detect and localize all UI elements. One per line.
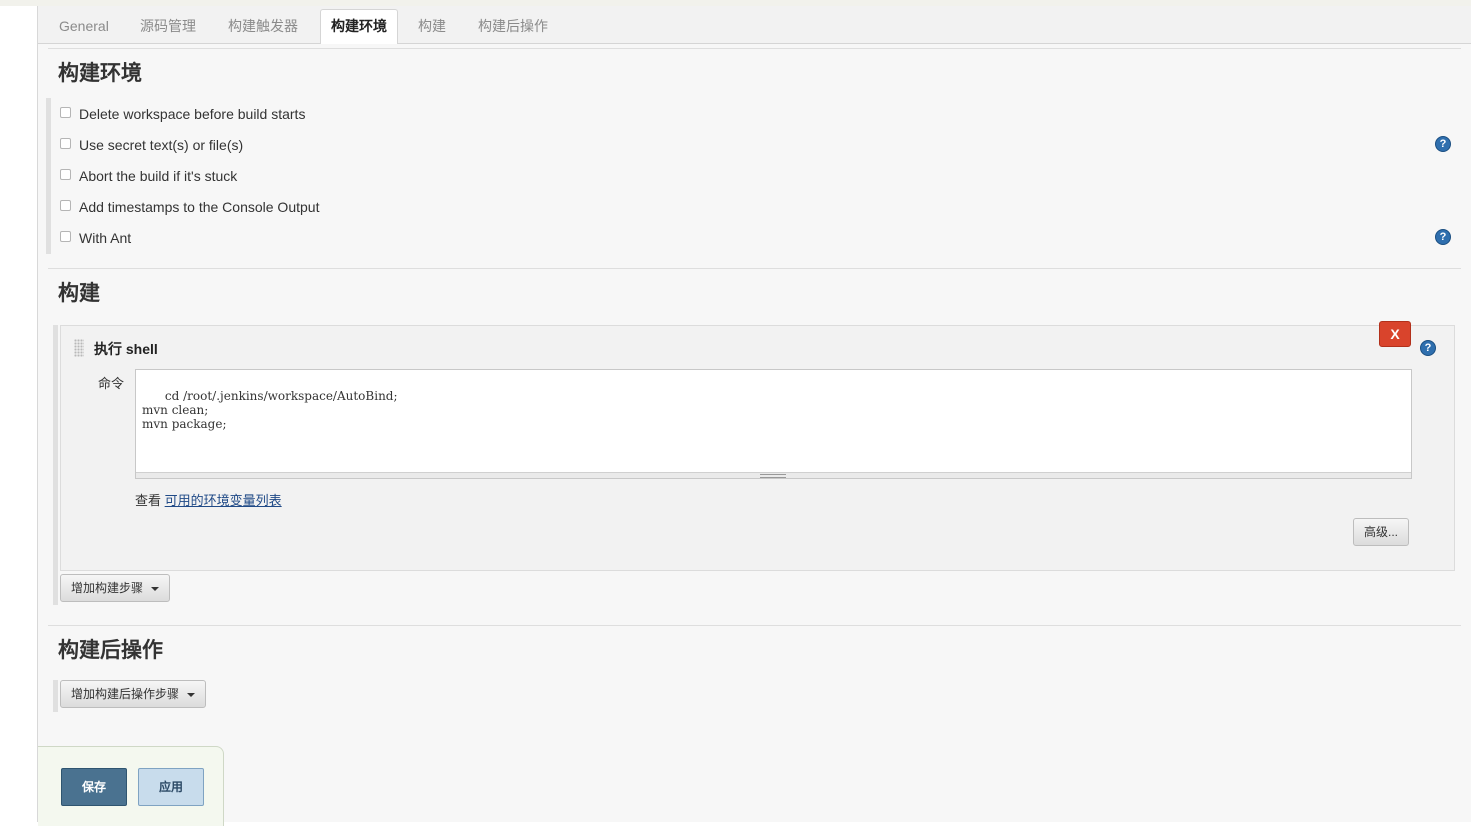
option-label: Add timestamps to the Console Output [79, 199, 320, 215]
tab-build-environment[interactable]: 构建环境 [320, 9, 398, 44]
env-vars-hint: 查看 可用的环境变量列表 [135, 490, 282, 509]
abort-stuck-checkbox[interactable] [60, 168, 71, 180]
add-build-step-button[interactable]: 增加构建步骤 [60, 574, 171, 602]
section-bar [53, 680, 58, 712]
help-icon[interactable] [1435, 229, 1451, 245]
option-label: Use secret text(s) or file(s) [79, 137, 244, 153]
option-abort-stuck[interactable]: Abort the build if it's stuck [60, 166, 237, 186]
secret-text-checkbox[interactable] [60, 137, 71, 149]
drag-handle-icon[interactable] [74, 339, 84, 357]
option-secret-text[interactable]: Use secret text(s) or file(s) [60, 135, 243, 155]
tab-post-build[interactable]: 构建后操作 [478, 6, 548, 43]
option-label: With Ant [79, 230, 132, 246]
step-title: 执行 shell [94, 341, 158, 357]
delete-workspace-checkbox[interactable] [60, 106, 71, 118]
form-actions-bar: 保存 应用 [38, 746, 224, 826]
help-icon[interactable] [1435, 136, 1451, 152]
caret-down-icon [151, 586, 160, 591]
command-textarea[interactable]: cd /root/.jenkins/workspace/AutoBind; mv… [135, 369, 1412, 479]
env-vars-link[interactable]: 可用的环境变量列表 [165, 493, 282, 508]
option-label: Abort the build if it's stuck [79, 168, 238, 184]
command-text: cd /root/.jenkins/workspace/AutoBind; mv… [142, 389, 398, 431]
post-build-title: 构建后操作 [58, 639, 163, 662]
section-divider [48, 268, 1461, 269]
save-button[interactable]: 保存 [61, 768, 127, 806]
option-add-timestamps[interactable]: Add timestamps to the Console Output [60, 197, 319, 217]
section-bar [53, 325, 58, 605]
env-vars-prefix: 查看 [135, 493, 162, 508]
tab-build-triggers[interactable]: 构建触发器 [228, 6, 298, 43]
config-page: General 源码管理 构建触发器 构建环境 构建 构建后操作 构建环境 De… [37, 6, 1471, 826]
build-env-title: 构建环境 [58, 62, 142, 85]
section-tabs: General 源码管理 构建触发器 构建环境 构建 构建后操作 [38, 6, 1471, 44]
add-build-step-label: 增加构建步骤 [71, 581, 144, 595]
command-label: 命令 [98, 376, 125, 391]
apply-button[interactable]: 应用 [138, 768, 204, 806]
add-post-build-step-label: 增加构建后操作步骤 [71, 687, 180, 701]
section-divider [48, 48, 1461, 49]
section-bar [46, 98, 51, 254]
advanced-button[interactable]: 高级... [1353, 518, 1409, 546]
tab-source-control[interactable]: 源码管理 [140, 6, 196, 43]
tab-build[interactable]: 构建 [418, 6, 446, 43]
tab-general[interactable]: General [59, 6, 109, 43]
add-timestamps-checkbox[interactable] [60, 199, 71, 211]
option-delete-workspace[interactable]: Delete workspace before build starts [60, 104, 305, 124]
delete-step-button[interactable]: X [1379, 321, 1411, 347]
textarea-resize-handle[interactable] [136, 472, 1411, 478]
add-post-build-step-button[interactable]: 增加构建后操作步骤 [60, 680, 207, 708]
section-divider [48, 625, 1461, 626]
help-icon[interactable] [1420, 340, 1436, 356]
caret-down-icon [187, 692, 196, 697]
option-with-ant[interactable]: With Ant [60, 228, 131, 248]
option-label: Delete workspace before build starts [79, 106, 306, 122]
with-ant-checkbox[interactable] [60, 230, 71, 242]
build-title: 构建 [58, 282, 100, 305]
execute-shell-step: 执行 shell 命令 cd /root/.jenkins/workspace/… [60, 325, 1455, 571]
